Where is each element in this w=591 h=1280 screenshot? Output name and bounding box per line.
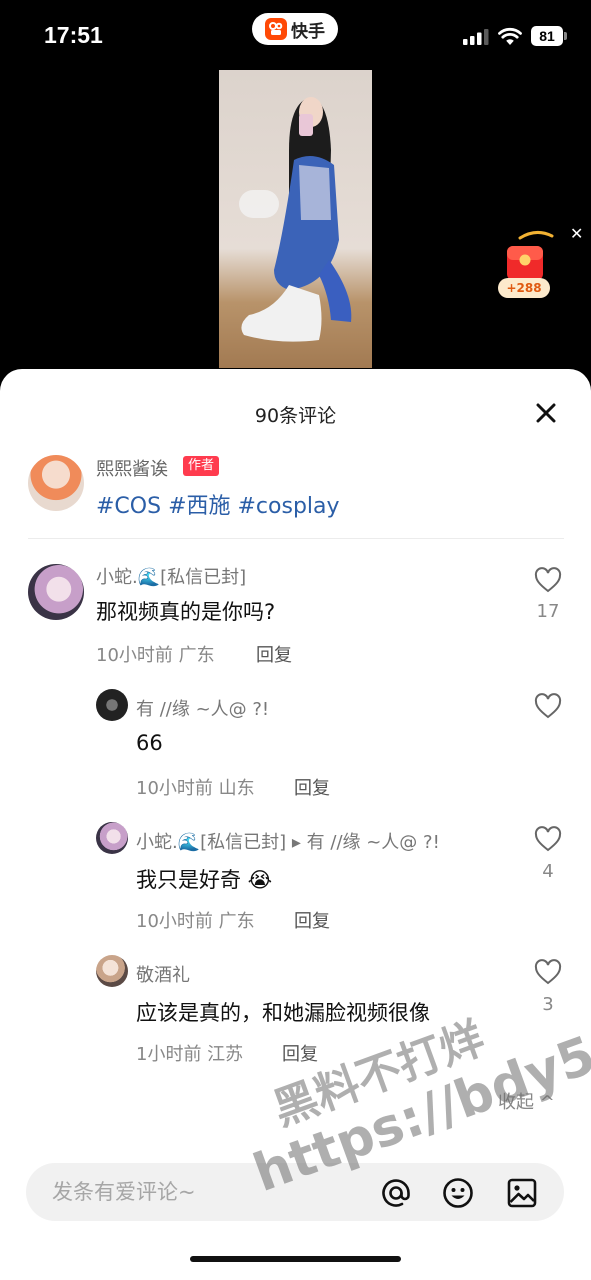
avatar[interactable]: [28, 564, 84, 620]
author-avatar[interactable]: [28, 455, 84, 511]
red-packet-icon: [507, 246, 543, 280]
like-heart-icon[interactable]: [534, 693, 562, 719]
reply-text[interactable]: 应该是真的，和她漏脸视频很像: [136, 997, 430, 1027]
reply-username[interactable]: 敬酒礼: [136, 961, 190, 987]
avatar[interactable]: [96, 689, 128, 721]
reply-username[interactable]: 小蛇.🌊[私信已封] ▸ 有 //缘 ~人@ ?!: [136, 828, 440, 854]
home-indicator: [190, 1256, 401, 1262]
close-comments-button[interactable]: [532, 399, 560, 427]
battery-level: 81: [531, 26, 563, 46]
comment-time-location: 10小时前 广东: [96, 645, 215, 666]
reply-username[interactable]: 有 //缘 ~人@ ?!: [136, 695, 269, 721]
like-heart-icon[interactable]: [534, 826, 562, 852]
reply-button[interactable]: 回复: [294, 774, 330, 800]
collapse-replies-button[interactable]: 收起 ^: [498, 1088, 555, 1114]
red-packet-close-icon[interactable]: ✕: [570, 224, 583, 243]
comments-count-title: 90条评论: [254, 405, 337, 427]
reply-time-location: 10小时前 广东: [136, 911, 255, 932]
comment-username[interactable]: 小蛇.🌊[私信已封]: [96, 563, 246, 589]
avatar[interactable]: [96, 955, 128, 987]
video-player[interactable]: [219, 70, 372, 368]
reply-text[interactable]: 66: [136, 731, 163, 755]
reply-time-location: 10小时前 山东: [136, 778, 255, 799]
author-badge: 作者: [183, 456, 220, 476]
comment-input[interactable]: [52, 1163, 352, 1221]
author-hashtags[interactable]: #COS #西施 #cosplay: [96, 488, 340, 520]
close-icon: [536, 403, 556, 423]
red-packet-amount: +288: [498, 278, 550, 298]
status-time: 17:51: [44, 22, 103, 48]
comment-text[interactable]: 那视频真的是你吗?: [96, 596, 275, 626]
cellular-signal-icon: [463, 29, 489, 45]
red-packet-progress-icon: [518, 231, 554, 240]
mention-icon[interactable]: [380, 1177, 412, 1209]
like-count: 4: [542, 861, 554, 882]
like-count: 3: [542, 994, 554, 1015]
kuaishou-logo-icon: [265, 18, 287, 40]
like-count: 17: [536, 601, 560, 622]
reply-time-location: 1小时前 江苏: [136, 1044, 244, 1065]
image-icon[interactable]: [506, 1177, 538, 1209]
like-heart-icon[interactable]: [534, 959, 562, 985]
red-packet-widget[interactable]: +288: [498, 226, 558, 298]
status-bar: 17:51 快手 81: [0, 0, 591, 72]
reply-text[interactable]: 我只是好奇 😭: [136, 864, 272, 894]
like-heart-icon[interactable]: [534, 567, 562, 593]
wifi-icon: [498, 27, 522, 45]
reply-button[interactable]: 回复: [256, 641, 292, 667]
battery-icon: 81: [531, 26, 567, 46]
app-name: 快手: [291, 21, 325, 42]
reply-button[interactable]: 回复: [294, 907, 330, 933]
divider: [28, 538, 564, 539]
avatar[interactable]: [96, 822, 128, 854]
video-figure-image: [239, 97, 352, 342]
author-name[interactable]: 熙熙酱诶: [96, 455, 168, 481]
comment-input-bar: [26, 1163, 564, 1221]
reply-button[interactable]: 回复: [282, 1040, 318, 1066]
emoji-icon[interactable]: [442, 1177, 474, 1209]
app-pill[interactable]: 快手: [252, 13, 338, 45]
